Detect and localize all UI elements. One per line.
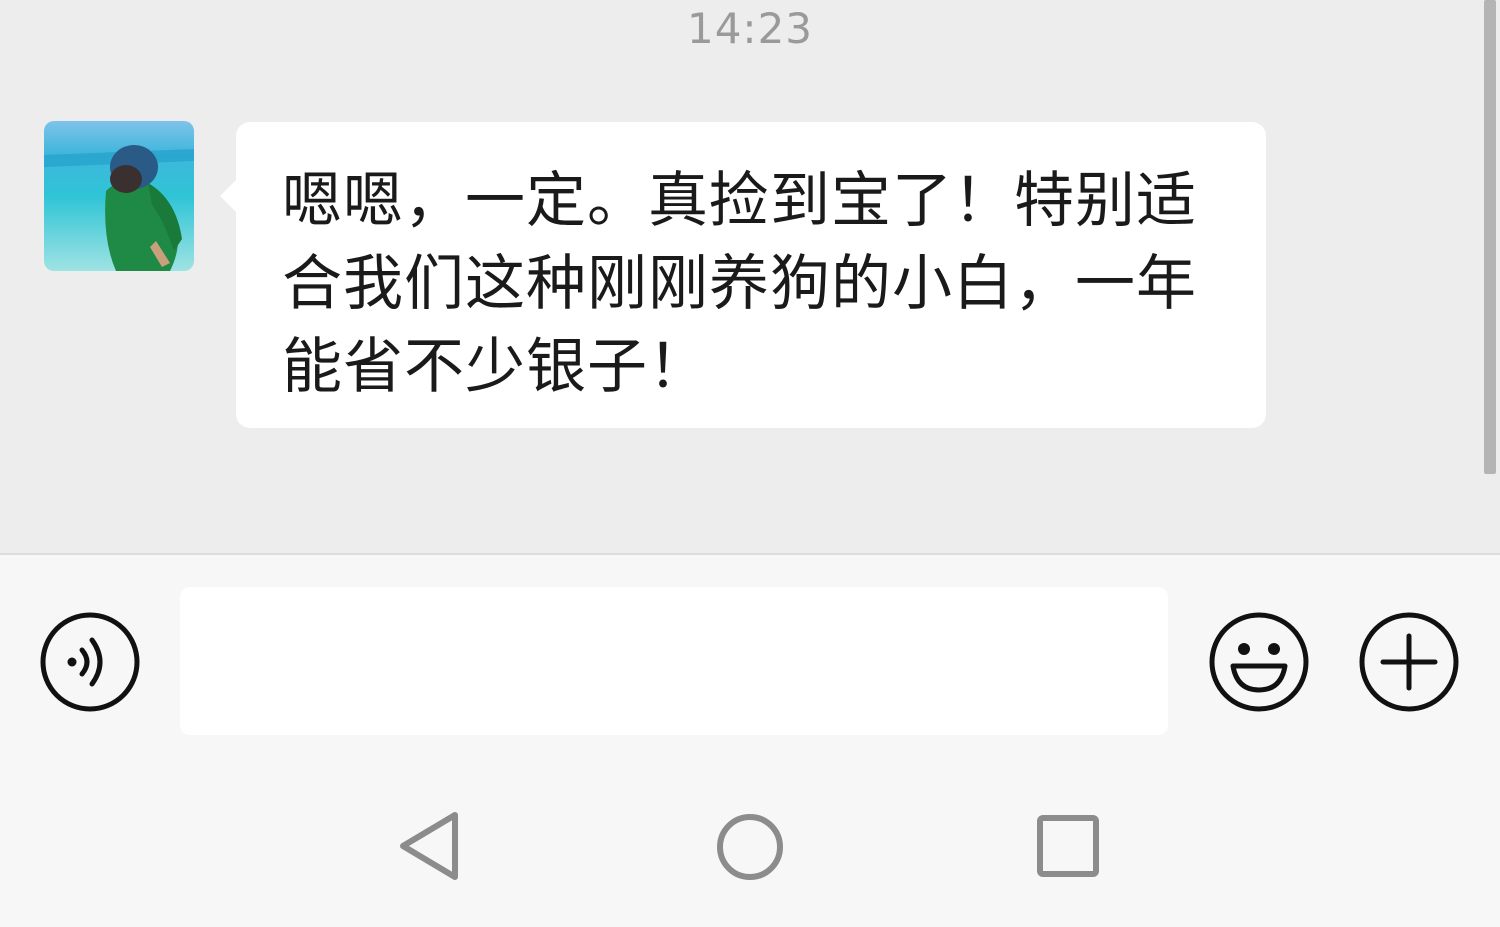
avatar-image [44, 121, 194, 271]
emoji-button[interactable] [1209, 612, 1309, 712]
contact-avatar[interactable] [44, 121, 194, 271]
emoji-icon [1209, 612, 1309, 712]
message-text: 嗯嗯，一定。真捡到宝了！特别适合我们这种刚刚养狗的小白，一年能省不少银子！ [282, 166, 1197, 402]
more-button[interactable] [1359, 612, 1459, 712]
scrollbar[interactable] [1484, 0, 1496, 474]
voice-button[interactable] [40, 612, 140, 712]
chat-area[interactable]: 14:23 嗯嗯，一定。真捡到宝了！特别适合我们这种刚刚养狗的小白，一年能省不少… [0, 0, 1500, 553]
recent-square-icon [1037, 815, 1099, 877]
message-bubble[interactable]: 嗯嗯，一定。真捡到宝了！特别适合我们这种刚刚养狗的小白，一年能省不少银子！ [220, 122, 1266, 428]
nav-home-button[interactable] [700, 797, 800, 897]
message-timestamp: 14:23 [686, 4, 814, 53]
voice-icon [40, 612, 140, 712]
back-triangle-icon [400, 812, 458, 880]
nav-recent-button[interactable] [1018, 797, 1118, 897]
message-input[interactable] [180, 587, 1168, 735]
home-circle-icon [717, 814, 783, 880]
nav-back-button[interactable] [382, 797, 482, 897]
plus-icon [1359, 612, 1459, 712]
